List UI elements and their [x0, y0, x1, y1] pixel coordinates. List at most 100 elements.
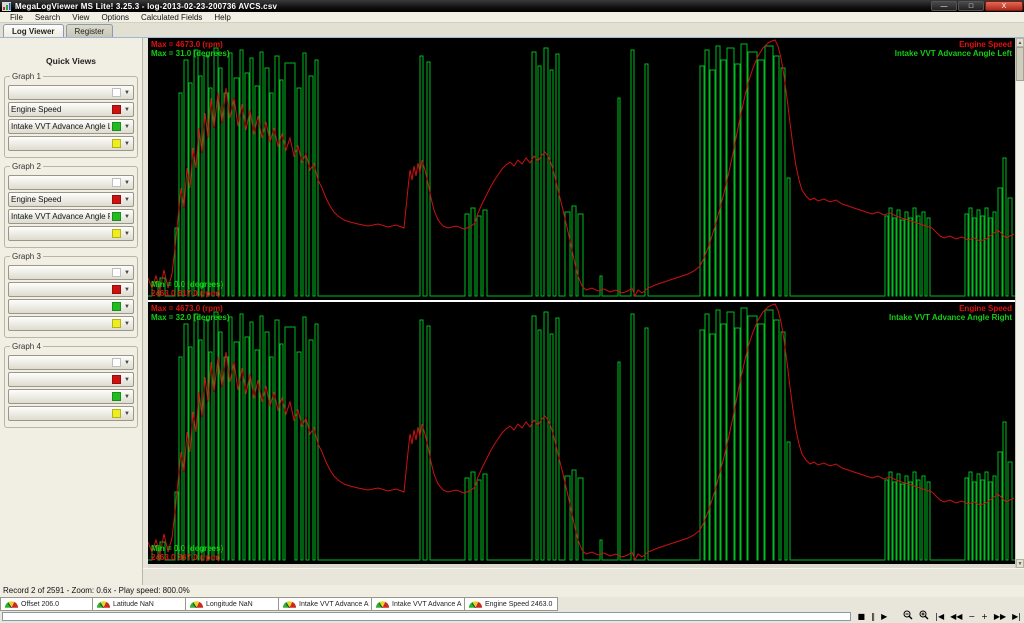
series-color-chip — [112, 358, 121, 367]
field-select-dropdown[interactable]: Intake VVT Advance Angle Left▼ — [8, 119, 134, 134]
quick-view-group-label: Graph 2 — [10, 162, 43, 171]
menu-item-search[interactable]: Search — [29, 13, 66, 22]
chevron-down-icon[interactable]: ▼ — [123, 377, 131, 383]
field-select-dropdown[interactable]: ▼ — [8, 406, 134, 421]
chevron-down-icon[interactable]: ▼ — [123, 124, 131, 130]
gauge-5[interactable]: Engine Speed 2463.0 — [465, 597, 558, 611]
skip-to-start-button[interactable]: |◀ — [933, 612, 946, 622]
chevron-down-icon[interactable]: ▼ — [123, 287, 131, 293]
quick-view-group-1: Graph 1▼Engine Speed▼Intake VVT Advance … — [4, 76, 138, 158]
tab-log-viewer[interactable]: Log Viewer — [3, 24, 64, 37]
field-select-dropdown[interactable]: ▼ — [8, 175, 134, 190]
series-name-red: Engine Speed — [959, 304, 1012, 313]
field-select-value: Engine Speed — [11, 195, 110, 204]
gauge-label: Offset 206.0 — [21, 601, 59, 608]
gauge-2[interactable]: Longitude NaN — [186, 597, 279, 611]
speed-up-button[interactable]: + — [979, 612, 990, 622]
chevron-down-icon[interactable]: ▼ — [123, 270, 131, 276]
graph-2-plot[interactable]: Max = 4673.0 (rpm)Max = 32.0 (degrees)En… — [148, 302, 1015, 564]
chevron-down-icon[interactable]: ▼ — [123, 180, 131, 186]
maximize-button[interactable]: □ — [958, 1, 984, 11]
menu-item-help[interactable]: Help — [208, 13, 236, 22]
field-select-dropdown[interactable]: ▼ — [8, 85, 134, 100]
series-color-chip — [112, 88, 121, 97]
scroll-up-icon[interactable]: ▲ — [1016, 38, 1024, 47]
gauge-row: Offset 206.0 Latitude NaN Longitude NaN Int… — [0, 597, 1024, 611]
filter-input[interactable] — [2, 612, 851, 621]
graph-2-traces — [148, 302, 1015, 564]
series-color-chip — [112, 178, 121, 187]
field-select-dropdown[interactable]: Intake VVT Advance Angle Right▼ — [8, 209, 134, 224]
zoom-in-icon[interactable] — [917, 610, 931, 623]
chevron-down-icon[interactable]: ▼ — [123, 197, 131, 203]
gauge-0[interactable]: Offset 206.0 — [0, 597, 93, 611]
series-color-chip — [112, 229, 121, 238]
fast-forward-button[interactable]: ▶▶ — [992, 612, 1008, 622]
gauge-icon — [282, 599, 297, 610]
chevron-down-icon[interactable]: ▼ — [123, 394, 131, 400]
graph-1-plot[interactable]: Max = 4673.0 (rpm)Max = 31.0 (degrees)En… — [148, 38, 1015, 300]
chevron-down-icon[interactable]: ▼ — [123, 321, 131, 327]
chevron-down-icon[interactable]: ▼ — [123, 214, 131, 220]
chevron-down-icon[interactable]: ▼ — [123, 141, 131, 147]
vvt-advance-trace — [148, 308, 1015, 560]
chevron-down-icon[interactable]: ▼ — [123, 411, 131, 417]
graph-vertical-scrollbar[interactable]: ▲ ▼ — [1015, 38, 1024, 568]
graph-1-traces — [148, 38, 1015, 300]
field-select-dropdown[interactable]: ▼ — [8, 282, 134, 297]
close-button[interactable]: X — [985, 1, 1023, 11]
series-name-green: Intake VVT Advance Angle Left — [895, 49, 1012, 58]
gauge-label: Intake VVT Advance A — [299, 601, 369, 608]
field-select-dropdown[interactable]: ▼ — [8, 372, 134, 387]
field-select-dropdown[interactable]: ▼ — [8, 355, 134, 370]
scroll-down-icon[interactable]: ▼ — [1016, 559, 1024, 568]
chevron-down-icon[interactable]: ▼ — [123, 90, 131, 96]
vvt-advance-trace — [148, 44, 1015, 296]
zoom-out-icon[interactable] — [901, 610, 915, 623]
graph-panel: Max = 4673.0 (rpm)Max = 31.0 (degrees)En… — [148, 38, 1015, 568]
playback-controls: ■‖▶ |◀◀◀−+▶▶▶| — [855, 610, 1024, 623]
stop-button[interactable]: ■ — [856, 612, 868, 622]
series-color-chip — [112, 105, 121, 114]
status-text: Record 2 of 2591 - Zoom: 0.6x - Play spe… — [3, 586, 190, 595]
series-color-chip — [112, 285, 121, 294]
field-select-dropdown[interactable]: Engine Speed ▼ — [8, 192, 134, 207]
menu-item-options[interactable]: Options — [95, 13, 135, 22]
chevron-down-icon[interactable]: ▼ — [123, 360, 131, 366]
gauge-icon — [96, 599, 111, 610]
engine-speed-trace — [148, 304, 1014, 560]
field-select-dropdown[interactable]: ▼ — [8, 299, 134, 314]
pause-button[interactable]: ‖ — [869, 612, 877, 622]
series-name-red: Engine Speed — [959, 40, 1012, 49]
series-color-chip — [112, 319, 121, 328]
field-select-dropdown[interactable]: ▼ — [8, 136, 134, 151]
scrollbar-thumb[interactable] — [1016, 47, 1024, 81]
speed-down-button[interactable]: − — [966, 612, 977, 622]
max-degrees-label: Max = 32.0 (degrees) — [151, 313, 229, 322]
play-button[interactable]: ▶ — [879, 612, 889, 622]
field-select-dropdown[interactable]: ▼ — [8, 389, 134, 404]
gauge-icon — [375, 599, 390, 610]
skip-to-end-button[interactable]: ▶| — [1010, 612, 1023, 622]
under-graph-strip — [143, 568, 1024, 586]
chevron-down-icon[interactable]: ▼ — [123, 107, 131, 113]
tab-register[interactable]: Register — [66, 24, 114, 37]
field-select-dropdown[interactable]: ▼ — [8, 265, 134, 280]
field-select-dropdown[interactable]: ▼ — [8, 226, 134, 241]
field-select-dropdown[interactable]: ▼ — [8, 316, 134, 331]
gauge-3[interactable]: Intake VVT Advance A — [279, 597, 372, 611]
minimize-button[interactable]: — — [931, 1, 957, 11]
chevron-down-icon[interactable]: ▼ — [123, 304, 131, 310]
menu-item-view[interactable]: View — [66, 13, 95, 22]
field-select-dropdown[interactable]: Engine Speed▼ — [8, 102, 134, 117]
series-color-chip — [112, 302, 121, 311]
gauge-label: Longitude NaN — [206, 601, 253, 608]
menu-item-file[interactable]: File — [4, 13, 29, 22]
gauge-1[interactable]: Latitude NaN — [93, 597, 186, 611]
menu-item-calculated-fields[interactable]: Calculated Fields — [135, 13, 208, 22]
rewind-button[interactable]: ◀◀ — [948, 612, 964, 622]
quick-view-group-2: Graph 2▼Engine Speed▼Intake VVT Advance … — [4, 166, 138, 248]
sidebar-title: Quick Views — [3, 56, 139, 66]
gauge-4[interactable]: Intake VVT Advance A — [372, 597, 465, 611]
chevron-down-icon[interactable]: ▼ — [123, 231, 131, 237]
